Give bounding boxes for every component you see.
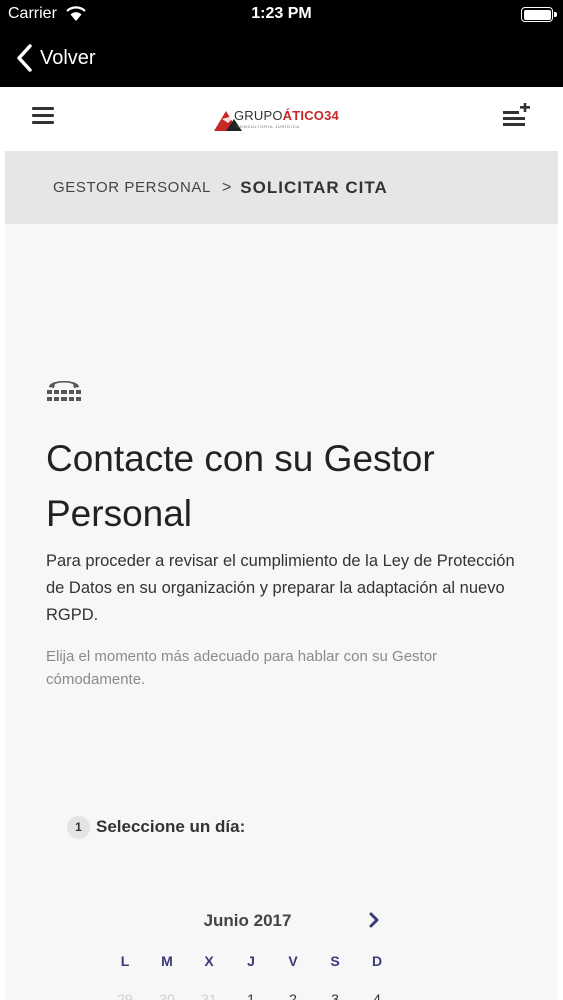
breadcrumb-current: SOLICITAR CITA (240, 177, 388, 197)
logo-tagline: CONSULTORÍA JURÍDICA (236, 124, 300, 129)
calendar-day: 31 (201, 991, 217, 1000)
step-number-badge: 1 (67, 815, 90, 839)
breadcrumb: GESTOR PERSONAL > SOLICITAR CITA (5, 151, 558, 224)
weekday-label: M (161, 953, 173, 969)
menu-icon[interactable] (32, 107, 54, 125)
status-bar: Carrier 1:23 PM (0, 0, 563, 30)
weekday-label: S (330, 953, 340, 969)
chevron-right-icon[interactable] (363, 909, 385, 931)
logo-atico: ÁTICO34 (282, 108, 339, 123)
back-button[interactable]: Volver (14, 42, 96, 74)
calendar-day: 30 (159, 991, 175, 1000)
weekday-label: J (247, 953, 255, 969)
phone-icon (47, 381, 81, 401)
navigation-bar: Volver (0, 30, 563, 87)
weekday-label: X (204, 953, 214, 969)
clock: 1:23 PM (251, 5, 312, 22)
weekday-label: D (371, 953, 383, 969)
content-area: GESTOR PERSONAL > SOLICITAR CITA Contact… (5, 151, 558, 1000)
step-indicator: 1 Seleccione un día: (67, 814, 245, 840)
app-header: GRUPOÁTICO34 CONSULTORÍA JURÍDICA (0, 87, 563, 149)
back-label: Volver (40, 46, 96, 69)
battery-icon (521, 7, 557, 22)
back-chevron-icon (17, 44, 32, 72)
logo-grupo: GRUPO (234, 108, 283, 123)
intro-text: Para proceder a revisar el cumplimiento … (46, 552, 515, 624)
breadcrumb-separator: > (221, 178, 232, 196)
page-title: Contacte con su Gestor Personal (46, 438, 435, 534)
calendar-weekday-header: L M X J V S D (104, 953, 398, 969)
step-label: Seleccione un día: (96, 817, 246, 836)
weekday-label: V (288, 953, 298, 969)
hint-text: Elija el momento más adecuado para habla… (46, 648, 438, 688)
calendar-week-row: 29 30 31 1 2 3 4 (104, 991, 398, 1000)
calendar-day[interactable]: 4 (356, 991, 398, 1000)
calendar-month-label: Junio 2017 (203, 911, 292, 930)
calendar-day[interactable]: 1 (230, 991, 272, 1000)
weekday-label: L (120, 953, 130, 969)
list-add-icon[interactable] (503, 103, 531, 127)
calendar-day[interactable]: 3 (314, 991, 356, 1000)
calendar-day[interactable]: 2 (272, 991, 314, 1000)
logo: GRUPOÁTICO34 CONSULTORÍA JURÍDICA (214, 107, 349, 133)
calendar-day: 29 (117, 991, 133, 1000)
breadcrumb-parent-link[interactable]: GESTOR PERSONAL (53, 179, 211, 196)
